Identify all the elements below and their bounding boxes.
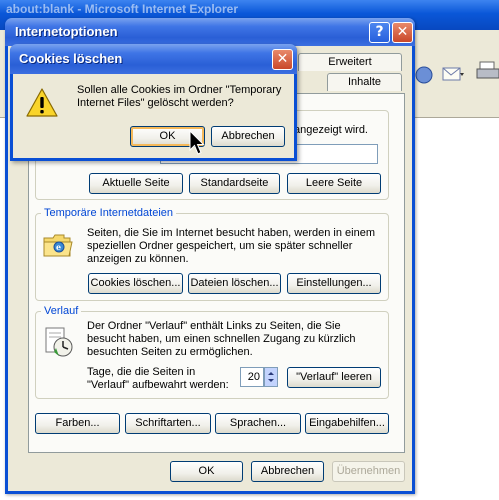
confirm-message: Sollen alle Cookies im Ordner "Temporary… [77, 84, 282, 109]
close-button[interactable]: ✕ [392, 22, 413, 43]
tab-inhalte[interactable]: Inhalte [327, 73, 402, 91]
fonts-button[interactable]: Schriftarten... [125, 413, 211, 434]
colors-button[interactable]: Farben... [35, 413, 120, 434]
confirm-close-button[interactable]: ✕ [272, 49, 293, 70]
confirm-body: Sollen alle Cookies im Ordner "Temporary… [13, 74, 294, 158]
dialog-title-bar[interactable]: Internetoptionen ? ✕ [5, 18, 415, 46]
use-blank-button[interactable]: Leere Seite [287, 173, 381, 194]
mouse-cursor-icon [189, 130, 205, 155]
dialog-title: Internetoptionen [15, 24, 118, 39]
accessibility-button[interactable]: Eingabehilfen... [305, 413, 389, 434]
tab-erweitert[interactable]: Erweitert [298, 53, 402, 71]
delete-files-button[interactable]: Dateien löschen... [188, 273, 281, 294]
history-clock-icon [45, 327, 73, 357]
history-days-input[interactable]: 20 [240, 367, 264, 387]
history-days-label: Tage, die die Seiten in "Verlauf" aufbew… [87, 366, 229, 391]
toolbar-mail-icon[interactable] [441, 62, 465, 84]
homepage-description: angezeigt wird. [294, 124, 368, 136]
clear-history-button[interactable]: "Verlauf" leeren [287, 367, 381, 388]
warning-icon [26, 88, 58, 117]
languages-button[interactable]: Sprachen... [215, 413, 301, 434]
spinner-arrows-icon [268, 372, 274, 382]
cancel-button[interactable]: Abbrechen [251, 461, 324, 482]
delete-cookies-confirm-dialog: Cookies löschen ✕ Sollen alle Cookies im… [10, 44, 297, 161]
history-description: Der Ordner "Verlauf" enthält Links zu Se… [87, 320, 356, 358]
confirm-title: Cookies löschen [19, 51, 123, 66]
delete-cookies-button[interactable]: Cookies löschen... [88, 273, 183, 294]
ok-button[interactable]: OK [170, 461, 243, 482]
use-current-button[interactable]: Aktuelle Seite [89, 173, 183, 194]
browser-title-text: about:blank - Microsoft Internet Explore… [6, 2, 239, 16]
history-days-spinner[interactable] [264, 367, 278, 387]
toolbar-history-icon[interactable] [412, 64, 436, 86]
svg-text:e: e [56, 242, 61, 252]
confirm-title-bar[interactable]: Cookies löschen ✕ [10, 44, 297, 74]
temp-files-description: Seiten, die Sie im Internet besucht habe… [87, 227, 376, 265]
help-button[interactable]: ? [369, 22, 390, 43]
settings-button[interactable]: Einstellungen... [287, 273, 381, 294]
temp-files-group-title: Temporäre Internetdateien [41, 207, 177, 219]
toolbar-print-icon[interactable] [476, 60, 499, 82]
ie-folder-icon: e [43, 234, 73, 257]
apply-button[interactable]: Übernehmen [332, 461, 405, 482]
history-group-title: Verlauf [41, 305, 82, 317]
confirm-cancel-button[interactable]: Abbrechen [211, 126, 285, 147]
use-default-button[interactable]: Standardseite [189, 173, 280, 194]
